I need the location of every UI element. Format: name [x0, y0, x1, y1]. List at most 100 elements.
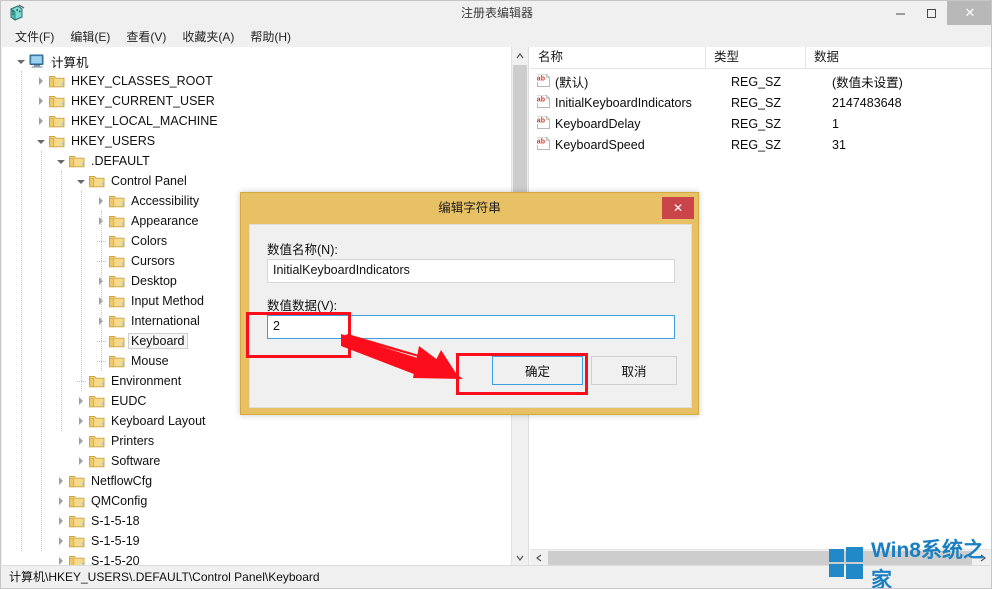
scroll-right-button[interactable] — [974, 550, 991, 566]
menu-view[interactable]: 查看(V) — [118, 26, 174, 47]
folder-icon — [68, 513, 86, 529]
tree-guide-line — [61, 171, 63, 431]
chevron-right-icon[interactable] — [34, 111, 48, 131]
cell-type: REG_SZ — [731, 137, 782, 152]
tree-item-hkey-classes-root[interactable]: HKEY_CLASSES_ROOT — [2, 71, 510, 91]
column-header-type[interactable]: 类型 — [706, 47, 806, 68]
cell-name: KeyboardSpeed — [555, 137, 645, 152]
chevron-right-icon[interactable] — [54, 471, 68, 491]
close-button[interactable]: ✕ — [947, 1, 991, 25]
cancel-button[interactable]: 取消 — [591, 356, 677, 385]
value-name-input[interactable]: InitialKeyboardIndicators — [267, 259, 675, 283]
tree-item-hkey-users[interactable]: HKEY_USERS — [2, 131, 510, 151]
tree-guide-line — [21, 71, 23, 551]
chevron-right-icon[interactable] — [54, 491, 68, 511]
dialog-close-button[interactable]: ✕ — [662, 197, 694, 219]
chevron-right-icon[interactable] — [54, 551, 68, 566]
tree-item-label: Accessibility — [131, 194, 200, 208]
tree-item-printers[interactable]: Printers — [2, 431, 510, 451]
tree-item-label: Printers — [111, 434, 155, 448]
table-row[interactable]: ab (默认) REG_SZ (数值未设置) — [530, 71, 991, 92]
computer-icon — [28, 53, 46, 69]
folder-icon — [88, 413, 106, 429]
ab-string-icon: ab — [536, 73, 551, 88]
column-header-name[interactable]: 名称 — [530, 47, 706, 68]
tree-item-label: Cursors — [131, 254, 175, 268]
tree-item-label: S-1-5-18 — [91, 514, 140, 528]
tree-item-label: Environment — [111, 374, 182, 388]
menu-favorites[interactable]: 收藏夹(A) — [174, 26, 242, 47]
chevron-right-icon[interactable] — [74, 391, 88, 411]
table-row[interactable]: ab KeyboardDelay REG_SZ 1 — [530, 113, 991, 134]
tree-item-s-1-5-20[interactable]: S-1-5-20 — [2, 551, 510, 566]
folder-icon — [88, 373, 106, 389]
status-bar: 计算机\HKEY_USERS\.DEFAULT\Control Panel\Ke… — [2, 565, 991, 587]
ab-string-icon: ab — [536, 136, 551, 151]
svg-text:ab: ab — [537, 118, 545, 125]
tree-item-hkey-current-user[interactable]: HKEY_CURRENT_USER — [2, 91, 510, 111]
tree-item-label: Keyboard Layout — [111, 414, 206, 428]
tree-item-netflowcfg[interactable]: NetflowCfg — [2, 471, 510, 491]
tree-item-label: Mouse — [131, 354, 169, 368]
tree-item-hkey-local-machine[interactable]: HKEY_LOCAL_MACHINE — [2, 111, 510, 131]
chevron-right-icon[interactable] — [34, 91, 48, 111]
scroll-down-button[interactable] — [512, 549, 528, 566]
chevron-right-icon[interactable] — [74, 451, 88, 471]
values-list-header: 名称 类型 数据 — [530, 47, 991, 69]
tree-guide-line — [81, 191, 83, 391]
scroll-up-button[interactable] — [512, 47, 528, 64]
cell-type: REG_SZ — [731, 74, 782, 89]
cell-name: (默认) — [555, 76, 589, 90]
cell-data: (数值未设置) — [832, 76, 903, 90]
values-list[interactable]: ab (默认) REG_SZ (数值未设置) ab InitialKeyboardIndi… — [530, 71, 991, 155]
chevron-right-icon[interactable] — [94, 191, 108, 211]
tree-item-label: EUDC — [111, 394, 147, 408]
folder-icon — [108, 213, 126, 229]
tree-item-control-panel[interactable]: Control Panel — [2, 171, 510, 191]
chevron-down-icon[interactable] — [14, 51, 28, 71]
values-horizontal-scrollbar[interactable] — [530, 549, 991, 566]
folder-icon — [68, 493, 86, 509]
tree-guide-line — [41, 151, 43, 551]
tree-item-label: HKEY_CURRENT_USER — [71, 94, 215, 108]
value-name-label: 数值名称(N): — [267, 243, 338, 257]
table-row[interactable]: ab KeyboardSpeed REG_SZ 31 — [530, 134, 991, 155]
cell-data: 1 — [832, 116, 839, 131]
cell-data: 31 — [832, 137, 846, 152]
folder-icon — [108, 333, 126, 349]
chevron-right-icon[interactable] — [54, 511, 68, 531]
menu-file[interactable]: 文件(F) — [7, 26, 62, 47]
chevron-down-icon[interactable] — [54, 151, 68, 171]
folder-icon — [88, 393, 106, 409]
tree-item-label: NetflowCfg — [91, 474, 153, 488]
chevron-right-icon[interactable] — [74, 431, 88, 451]
chevron-right-icon[interactable] — [74, 411, 88, 431]
chevron-right-icon[interactable] — [54, 531, 68, 551]
tree-item-[interactable]: 计算机 — [2, 51, 510, 71]
values-scroll-thumb[interactable] — [548, 551, 972, 565]
tree-item-qmconfig[interactable]: QMConfig — [2, 491, 510, 511]
tree-item-s-1-5-19[interactable]: S-1-5-19 — [2, 531, 510, 551]
table-row[interactable]: ab InitialKeyboardIndicators REG_SZ 2147483… — [530, 92, 991, 113]
column-header-data[interactable]: 数据 — [806, 47, 991, 68]
menu-edit[interactable]: 编辑(E) — [62, 26, 118, 47]
scroll-left-button[interactable] — [530, 550, 547, 566]
chevron-down-icon[interactable] — [74, 171, 88, 191]
minimize-button[interactable] — [885, 1, 916, 25]
tree-item-software[interactable]: Software — [2, 451, 510, 471]
value-data-input[interactable]: 2 — [267, 315, 675, 339]
maximize-button[interactable] — [916, 1, 947, 25]
tree-item-label: Keyboard — [128, 333, 188, 349]
chevron-right-icon[interactable] — [34, 71, 48, 91]
tree-item-s-1-5-18[interactable]: S-1-5-18 — [2, 511, 510, 531]
tree-item-default[interactable]: .DEFAULT — [2, 151, 510, 171]
folder-icon — [48, 133, 66, 149]
folder-icon — [88, 433, 106, 449]
ok-button[interactable]: 确定 — [492, 356, 583, 385]
window-controls: ✕ — [885, 1, 991, 25]
menu-help[interactable]: 帮助(H) — [242, 26, 299, 47]
tree-item-label: Input Method — [131, 294, 204, 308]
folder-icon — [108, 273, 126, 289]
tree-item-label: HKEY_CLASSES_ROOT — [71, 74, 213, 88]
chevron-down-icon[interactable] — [34, 131, 48, 151]
